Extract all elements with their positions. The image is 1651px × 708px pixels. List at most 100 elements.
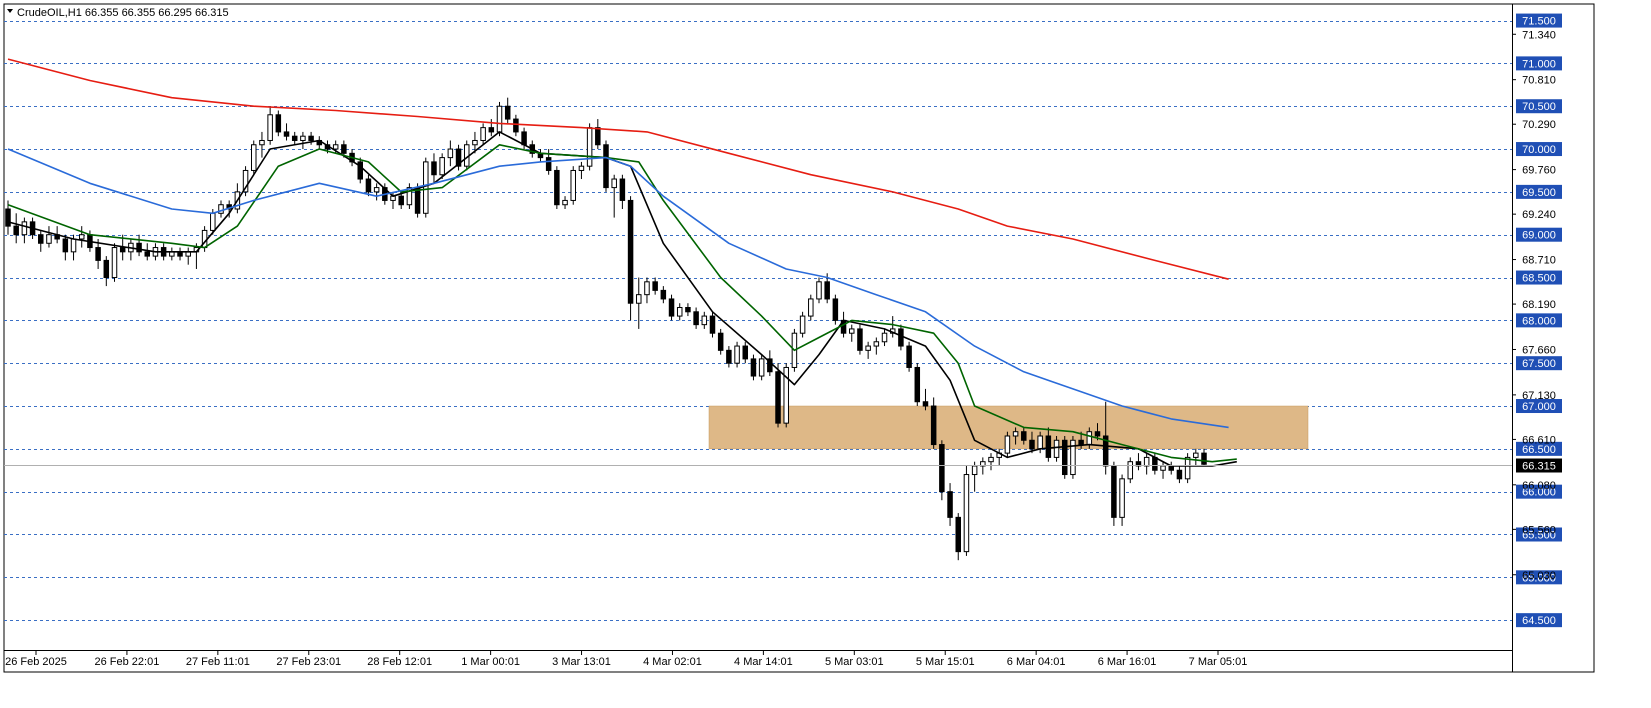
- candle-body: [742, 345, 749, 360]
- candle: [586, 123, 593, 171]
- candle: [709, 311, 716, 338]
- candle-body: [513, 118, 519, 133]
- x-tick-label: 28 Feb 12:01: [367, 656, 432, 668]
- candle-body: [857, 328, 863, 351]
- candle: [1184, 453, 1191, 484]
- candle-body: [308, 135, 314, 141]
- candle-body: [832, 298, 839, 321]
- price-level-label: 69.500: [1522, 187, 1556, 199]
- candle-body: [799, 315, 806, 334]
- candle-body: [562, 199, 568, 206]
- candle-body: [300, 135, 306, 141]
- candle-body: [62, 238, 69, 253]
- candle-body: [660, 289, 667, 300]
- candle-body: [46, 234, 52, 244]
- x-tick-label: 3 Mar 13:01: [552, 656, 611, 668]
- candle-body: [988, 456, 994, 463]
- candle-body: [13, 225, 19, 236]
- candle: [603, 140, 609, 192]
- candle-body: [824, 281, 830, 300]
- candle-body: [275, 114, 282, 133]
- x-tick-label: 5 Mar 15:01: [916, 656, 975, 668]
- candle-body: [1184, 456, 1191, 480]
- candle-body: [922, 401, 929, 407]
- x-tick-label: 7 Mar 05:01: [1189, 656, 1248, 668]
- price-level-label: 64.500: [1522, 615, 1556, 627]
- candle-body: [431, 161, 437, 176]
- symbol-info: CrudeOIL,H1 66.355 66.355 66.295 66.315: [17, 7, 229, 19]
- candle: [734, 341, 740, 368]
- candle-body: [365, 178, 372, 193]
- candle-body: [1193, 452, 1199, 458]
- candle: [906, 341, 912, 372]
- candle-body: [1086, 431, 1093, 446]
- candle: [939, 440, 945, 501]
- candle-body: [496, 105, 503, 133]
- candle: [758, 354, 765, 381]
- price-level-label: 69.000: [1522, 230, 1556, 242]
- candle-body: [21, 221, 28, 236]
- candle: [423, 157, 429, 218]
- candle-body: [939, 444, 945, 493]
- candle: [275, 110, 282, 137]
- candle: [406, 183, 413, 210]
- y-tick-label: 67.660: [1522, 344, 1556, 356]
- candle-body: [693, 311, 699, 326]
- price-level-label: 71.000: [1522, 58, 1556, 70]
- candle-body: [341, 144, 347, 154]
- candle: [898, 324, 904, 351]
- candle-body: [1152, 456, 1158, 471]
- candle-body: [95, 247, 101, 261]
- candle-body: [1094, 431, 1101, 437]
- candle: [857, 324, 863, 355]
- x-tick-label: 1 Mar 00:01: [461, 656, 520, 668]
- candle: [775, 363, 781, 428]
- candle-body: [914, 366, 921, 403]
- candle-body: [865, 345, 871, 351]
- candle: [799, 311, 806, 338]
- candle: [1111, 461, 1117, 526]
- y-tick-label: 70.290: [1522, 119, 1556, 131]
- candle: [717, 328, 724, 355]
- y-tick-label: 68.710: [1522, 255, 1556, 267]
- x-tick-label: 6 Mar 04:01: [1007, 656, 1066, 668]
- x-tick-label: 26 Feb 2025: [5, 656, 67, 668]
- candle-body: [636, 294, 642, 304]
- candle-body: [283, 131, 290, 137]
- candle-body: [5, 208, 11, 227]
- candle-body: [603, 144, 609, 189]
- candle-body: [1160, 465, 1166, 471]
- candle: [251, 140, 257, 175]
- candle-body: [136, 242, 142, 253]
- candle-body: [676, 307, 683, 317]
- candle: [242, 166, 249, 197]
- candle: [1004, 431, 1011, 458]
- y-tick-label: 69.760: [1522, 165, 1556, 177]
- candle-body: [750, 358, 757, 377]
- candle-body: [709, 315, 716, 334]
- x-tick-label: 4 Mar 02:01: [643, 656, 702, 668]
- candle-body: [619, 178, 626, 201]
- candle-body: [627, 199, 634, 304]
- candle-body: [1176, 469, 1183, 480]
- candle-body: [119, 247, 126, 253]
- candle-body: [1119, 478, 1125, 518]
- candle-body: [717, 332, 724, 351]
- y-tick-label: 65.030: [1522, 570, 1556, 582]
- price-level-label: 67.000: [1522, 401, 1556, 413]
- candle-body: [955, 516, 961, 553]
- candle-body: [668, 298, 675, 317]
- x-tick-label: 4 Mar 14:01: [734, 656, 793, 668]
- candle-body: [1029, 439, 1035, 450]
- candle-body: [595, 127, 601, 146]
- price-level-label: 70.000: [1522, 144, 1556, 156]
- candle: [914, 363, 921, 407]
- candle-body: [1021, 431, 1027, 441]
- price-chart[interactable]: 71.500 71.000 70.500 70.000 69.500 69.000 68.5…: [0, 0, 1651, 708]
- candle-body: [1004, 435, 1011, 454]
- candle: [554, 166, 560, 210]
- candle-body: [103, 259, 110, 279]
- candle-body: [1143, 456, 1150, 467]
- candle: [627, 196, 634, 321]
- candle-body: [816, 281, 822, 300]
